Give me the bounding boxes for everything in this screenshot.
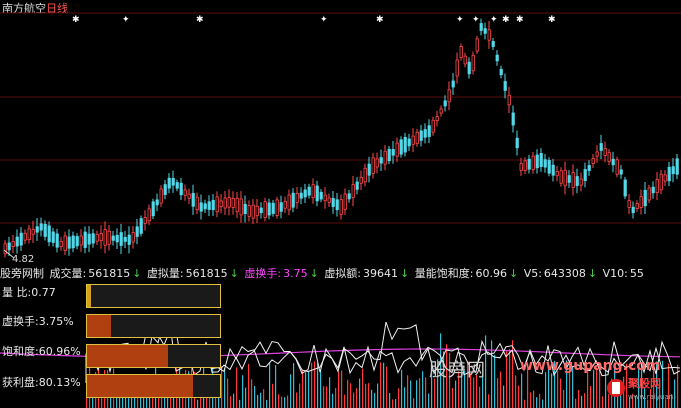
- volume-ratio-bar: [86, 284, 221, 308]
- saturation-label: 饱和度:60.96%: [2, 345, 81, 358]
- svg-text:✦: ✦: [490, 15, 498, 25]
- vol-value: 561815: [88, 267, 131, 280]
- v5-label: V5:: [523, 267, 542, 280]
- svg-text:✦: ✦: [472, 15, 480, 25]
- down-arrow-icon: ↓: [400, 267, 410, 280]
- svg-text:www.raiyuan.com: www.raiyuan.com: [628, 393, 676, 401]
- svg-text:✱: ✱: [502, 15, 510, 25]
- svg-text:✱: ✱: [548, 15, 556, 25]
- vamt-label: 虚拟额:: [324, 267, 362, 280]
- down-arrow-icon: ↓: [309, 267, 319, 280]
- volume-ratio-label: 量 比:0.77: [2, 286, 56, 299]
- down-arrow-icon: ↓: [132, 267, 142, 280]
- virtual-turnover-label: 虚换手:3.75%: [2, 315, 74, 328]
- down-arrow-icon: ↓: [587, 267, 598, 280]
- virtual-turnover-fill: [87, 315, 111, 337]
- profit-ratio-fill: [87, 375, 194, 397]
- saturation-fill: [87, 345, 169, 367]
- source-label: 股旁网制: [0, 267, 44, 280]
- v5-value: 643308: [543, 267, 586, 280]
- vamt-value: 39641: [363, 267, 399, 280]
- svg-text:聚股网: 聚股网: [627, 377, 661, 390]
- vvol-label: 虚拟量:: [146, 267, 184, 280]
- svg-text:✱: ✱: [72, 15, 80, 25]
- watermark-text: 股旁网: [429, 360, 486, 381]
- virtual-turnover-bar: [86, 314, 221, 338]
- down-arrow-icon: ↓: [229, 267, 239, 280]
- vol-label: 成交量:: [49, 267, 87, 280]
- svg-text:✦: ✦: [122, 15, 130, 25]
- saturation-bar: [86, 344, 221, 368]
- svg-text:✦: ✦: [320, 15, 328, 25]
- vturn-value: 3.75: [283, 267, 308, 280]
- sat-value: 60.96: [475, 267, 507, 280]
- svg-text:✱: ✱: [516, 15, 524, 25]
- volume-ratio-fill: [87, 285, 91, 307]
- watermark-url: www.gupang.com: [520, 358, 661, 374]
- site-logo: 聚股网 www.raiyuan.com: [607, 377, 676, 401]
- sat-label: 量能饱和度:: [414, 267, 474, 280]
- vturn-label: 虚换手:: [244, 267, 282, 280]
- candlestick-chart[interactable]: ✱ ✦ ✱ ✦ ✱ ✦ ✦ ✦ ✱ ✱ ✱: [0, 12, 681, 262]
- profit-ratio-label: 获利盘:80.13%: [2, 376, 81, 389]
- profit-ratio-bar: [86, 374, 221, 398]
- vvol-value: 561815: [185, 267, 228, 280]
- candles: [3, 18, 679, 258]
- indicator-info-row: 股旁网制 成交量: 561815 ↓ 虚拟量: 561815 ↓ 虚换手: 3.75 ↓ 虚…: [0, 265, 681, 280]
- low-price-label: 4.82: [12, 254, 35, 265]
- grid-lines: [0, 12, 681, 224]
- svg-text:✱: ✱: [376, 15, 384, 25]
- svg-text:✦: ✦: [456, 15, 464, 25]
- down-arrow-icon: ↓: [508, 267, 519, 280]
- v10-value: 55: [629, 267, 644, 280]
- svg-text:✱: ✱: [196, 15, 204, 25]
- v10-label: V10:: [602, 267, 628, 280]
